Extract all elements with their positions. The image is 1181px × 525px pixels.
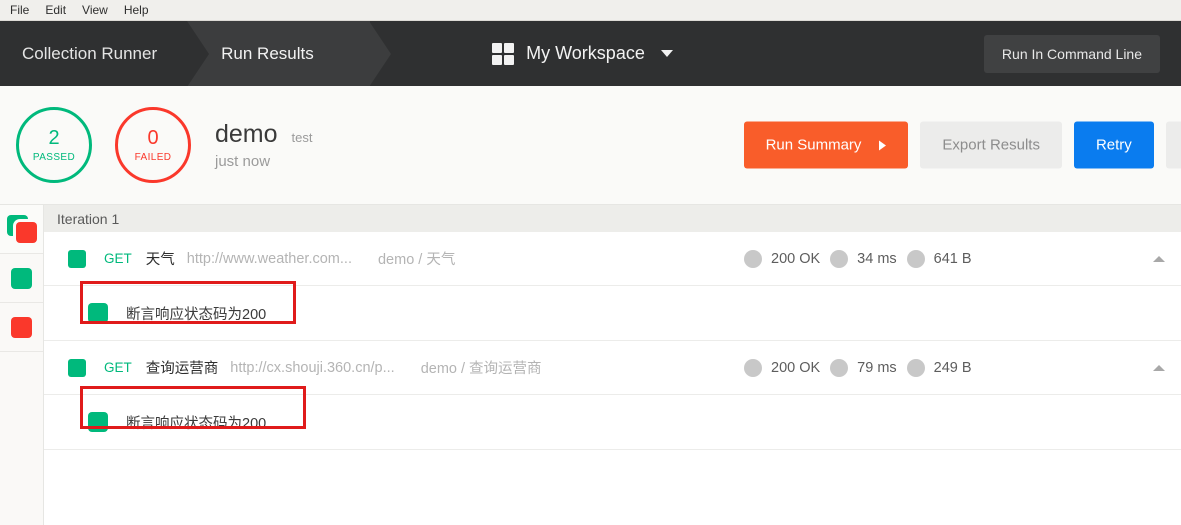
run-summary-button[interactable]: Run Summary bbox=[743, 121, 909, 169]
workspace-selector[interactable]: My Workspace bbox=[492, 42, 673, 65]
tab-run-results[interactable]: Run Results bbox=[187, 21, 391, 86]
results-list: Iteration 1 GET 天气 http://www.weather.co… bbox=[44, 205, 1181, 525]
menu-item-file[interactable]: File bbox=[2, 0, 37, 20]
dual-square-icon bbox=[6, 215, 37, 243]
iteration-label: Iteration 1 bbox=[57, 210, 120, 227]
status-dot-icon bbox=[744, 249, 762, 268]
run-timestamp: just now bbox=[215, 153, 271, 170]
request-path: demo / 查询运营商 bbox=[420, 361, 542, 377]
size-pill: 249 B bbox=[906, 358, 972, 377]
passed-label: PASSED bbox=[32, 151, 76, 163]
workspace-label: My Workspace bbox=[526, 43, 645, 63]
request-url: http://www.weather.com... bbox=[186, 250, 352, 267]
run-info: demo test just now bbox=[215, 120, 313, 170]
size-dot-icon bbox=[906, 249, 925, 268]
tab-collection-runner[interactable]: Collection Runner bbox=[0, 21, 188, 86]
run-environment-name: test bbox=[291, 130, 313, 145]
assertion-row[interactable]: 断言响应状态码为200 bbox=[44, 286, 1181, 341]
size-dot-icon bbox=[906, 358, 925, 377]
request-name: 查询运营商 bbox=[145, 361, 219, 377]
time-dot-icon bbox=[830, 358, 849, 377]
assertion-content: 断言响应状态码为200 bbox=[88, 412, 266, 433]
chevron-down-icon bbox=[660, 50, 673, 57]
time-pill: 34 ms bbox=[830, 249, 897, 268]
iteration-header: Iteration 1 bbox=[44, 205, 1181, 232]
request-row[interactable]: GET 查询运营商 http://cx.shouji.360.cn/p... d… bbox=[44, 341, 1181, 395]
response-time: 79 ms bbox=[857, 359, 897, 376]
run-summary-button-label: Run Summary bbox=[765, 136, 862, 154]
assertion-row[interactable]: 断言响应状态码为200 bbox=[44, 395, 1181, 450]
request-row[interactable]: GET 天气 http://www.weather.com... demo / … bbox=[44, 232, 1181, 286]
new-run-button[interactable]: Ne bbox=[1165, 121, 1181, 169]
request-method: GET bbox=[104, 360, 132, 375]
chevron-up-icon[interactable] bbox=[1153, 255, 1165, 262]
red-square-icon bbox=[11, 316, 32, 338]
app-header: Collection Runner Run Results My Workspa… bbox=[0, 21, 1181, 86]
request-url: http://cx.shouji.360.cn/p... bbox=[230, 359, 395, 376]
response-status: 200 OK bbox=[771, 250, 821, 267]
tab-run-results-label: Run Results bbox=[221, 43, 314, 63]
menu-item-view[interactable]: View bbox=[74, 0, 116, 20]
request-stats: 200 OK 34 ms 641 B bbox=[744, 249, 972, 268]
size-pill: 641 B bbox=[906, 249, 972, 268]
failed-stat: 0 FAILED bbox=[115, 107, 191, 183]
passed-stat: 2 PASSED bbox=[16, 107, 92, 183]
response-size: 641 B bbox=[933, 250, 972, 267]
passed-count: 2 bbox=[48, 126, 60, 149]
tab-collection-runner-label: Collection Runner bbox=[22, 43, 158, 63]
green-square-icon bbox=[11, 267, 32, 289]
menu-item-help[interactable]: Help bbox=[116, 0, 157, 20]
status-pill: 200 OK bbox=[744, 358, 821, 377]
time-pill: 79 ms bbox=[830, 358, 897, 377]
retry-button[interactable]: Retry bbox=[1073, 121, 1154, 169]
grid-icon bbox=[492, 42, 515, 65]
run-in-command-line-button[interactable]: Run In Command Line bbox=[983, 34, 1160, 73]
export-results-button[interactable]: Export Results bbox=[920, 121, 1062, 169]
filter-all[interactable] bbox=[0, 205, 43, 254]
menu-item-edit[interactable]: Edit bbox=[37, 0, 74, 20]
run-summary-bar: 2 PASSED 0 FAILED demo test just now Run… bbox=[0, 86, 1181, 205]
request-name: 天气 bbox=[145, 252, 175, 268]
response-time: 34 ms bbox=[857, 250, 897, 267]
filter-passed[interactable] bbox=[0, 254, 43, 303]
caret-right-icon bbox=[879, 140, 887, 150]
response-status: 200 OK bbox=[771, 359, 821, 376]
request-path: demo / 天气 bbox=[377, 252, 456, 268]
request-stats: 200 OK 79 ms 249 B bbox=[744, 358, 972, 377]
response-size: 249 B bbox=[933, 359, 972, 376]
time-dot-icon bbox=[830, 249, 849, 268]
results-body: Iteration 1 GET 天气 http://www.weather.co… bbox=[0, 205, 1181, 525]
failed-count: 0 bbox=[147, 126, 159, 149]
assertion-status-square-icon bbox=[88, 303, 108, 323]
assertion-text: 断言响应状态码为200 bbox=[126, 415, 267, 432]
status-pill: 200 OK bbox=[744, 249, 821, 268]
request-status-square-icon bbox=[68, 249, 86, 268]
assertion-status-square-icon bbox=[88, 412, 108, 432]
filter-sidebar bbox=[0, 205, 44, 525]
filter-failed[interactable] bbox=[0, 303, 43, 352]
failed-label: FAILED bbox=[134, 151, 172, 163]
status-dot-icon bbox=[744, 358, 762, 377]
assertion-text: 断言响应状态码为200 bbox=[126, 306, 267, 323]
chevron-up-icon[interactable] bbox=[1153, 364, 1165, 371]
request-status-square-icon bbox=[68, 358, 86, 377]
assertion-content: 断言响应状态码为200 bbox=[88, 303, 266, 324]
request-method: GET bbox=[104, 251, 132, 266]
run-actions: Run Summary Export Results Retry Ne bbox=[743, 121, 1181, 169]
run-collection-name: demo bbox=[215, 120, 278, 148]
menu-bar: File Edit View Help bbox=[0, 0, 1181, 21]
